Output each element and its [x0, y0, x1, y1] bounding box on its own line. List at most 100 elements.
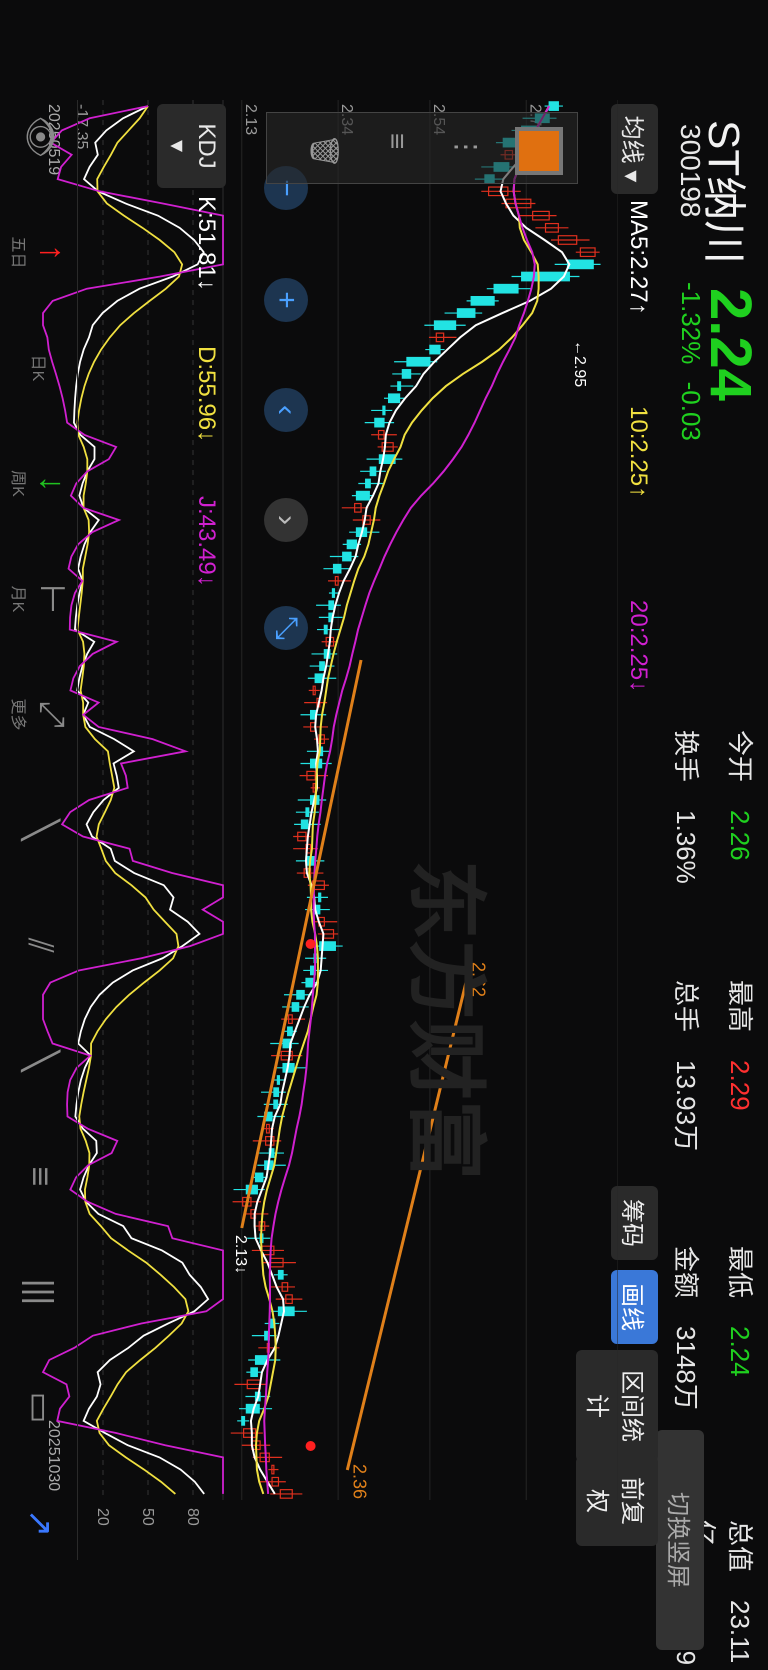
candle-body	[521, 271, 570, 282]
more-tool[interactable]: ⤢ 更多	[3, 678, 77, 752]
down-arrow-tool-label: 周K	[9, 470, 27, 497]
j-value: J:43.49↓	[193, 496, 220, 587]
more-tool-label: 更多	[9, 698, 27, 731]
scroll-right-button[interactable]: ›	[264, 498, 308, 542]
collapse-button[interactable]: ⤡	[264, 606, 308, 650]
stat-label: 最低	[725, 1246, 755, 1299]
trash-icon[interactable]: 🗑	[308, 133, 341, 169]
trend-line-upper	[240, 659, 363, 1229]
candle-body	[305, 807, 310, 818]
more-tool-glyph: ⤢	[33, 700, 72, 729]
k-line	[73, 105, 210, 1495]
parallel-tool[interactable]: ⫽	[3, 909, 77, 983]
d-value: D:55.96↓	[193, 346, 220, 443]
up-arrow-tool[interactable]: ↑ 五日	[3, 216, 77, 290]
price-tick: 2.13	[242, 104, 259, 135]
segment-tool-label: 月K	[9, 585, 26, 613]
kline-chart[interactable]: 2.952.752.542.342.1380502096.24-17.35202…	[0, 100, 618, 1540]
ray-tool-glyph: ╲	[21, 1050, 59, 1072]
d-line	[76, 105, 190, 1495]
expand-tool[interactable]: ↗	[3, 1486, 77, 1560]
stat-label: 金额	[671, 1246, 701, 1299]
candle-body	[331, 588, 336, 598]
scroll-left-button[interactable]: ‹	[264, 388, 308, 432]
candle-body	[493, 283, 519, 294]
candle-body	[369, 466, 377, 477]
stat-2: 最低 2.24	[723, 1246, 760, 1377]
stat-0: 今开 2.26	[723, 730, 760, 861]
label-low: 2.13↓	[232, 1235, 249, 1274]
rect-tool[interactable]: ▭	[3, 1371, 77, 1445]
switch-portrait-button[interactable]: 切换竖屏	[656, 1430, 704, 1650]
down-arrow-tool[interactable]: ↓ 周K	[3, 447, 77, 521]
ma10-value: 10:2.25↑	[625, 406, 652, 499]
candle-body	[254, 1172, 264, 1183]
zoom-in-button[interactable]: +	[264, 278, 308, 322]
candle-body	[273, 1099, 279, 1110]
ma5-value: MA5:2.27↑	[625, 200, 652, 315]
candle-body	[276, 1075, 280, 1085]
stat-label: 总值	[725, 1520, 755, 1573]
up-arrow-tool-glyph: ↑	[33, 244, 72, 261]
candle-body	[365, 478, 371, 489]
day-k-tool-label: 日K	[29, 354, 46, 382]
candle-body	[346, 539, 358, 550]
stat-1: 最高 2.29	[723, 980, 760, 1111]
candle-body	[332, 563, 342, 574]
ma-select[interactable]: 均线 ▾	[611, 104, 658, 194]
candle-body	[296, 989, 305, 1000]
width-icon[interactable]: ≡	[381, 133, 413, 149]
rect-tool-glyph: ▭	[21, 1391, 59, 1424]
drawing-toolbar: 👁 ↑ 五日日K ↓ 周K ⊢ 月K ⤢ 更多 ╲ ⫽ ╲ ≡ ||| ▭ ↗	[0, 100, 78, 1560]
color-swatch[interactable]	[515, 127, 563, 175]
candle-body	[277, 1269, 284, 1280]
chip-button[interactable]: 筹码	[611, 1186, 658, 1260]
stat-value: 2.24	[725, 1326, 755, 1377]
candle-body	[470, 296, 495, 306]
kdj-select[interactable]: KDJ ▾	[157, 104, 226, 188]
style-icon[interactable]: ⋮	[450, 133, 483, 161]
stat-value: 2.29	[725, 1060, 755, 1111]
kdj-tick: 50	[139, 1508, 156, 1526]
up-arrow-tool-label: 五日	[9, 236, 27, 269]
bars-tool[interactable]: |||	[3, 1255, 77, 1329]
candle-body	[456, 308, 476, 318]
candle-body	[318, 892, 322, 903]
candle-body	[342, 551, 352, 562]
fib-tool-glyph: ≡	[21, 1166, 60, 1187]
draw-line-button[interactable]: 画线	[611, 1270, 658, 1344]
stat-value: 3148万	[671, 1326, 701, 1410]
eye-icon-glyph: 👁	[21, 115, 59, 159]
stat-label: 最高	[725, 980, 755, 1033]
candle-body	[291, 1002, 300, 1012]
line-tool[interactable]: ╲	[3, 793, 77, 867]
kdj-tick: 20	[94, 1508, 111, 1526]
candle-body	[300, 819, 309, 830]
day-k-tool[interactable]: 日K	[3, 331, 77, 405]
candle-body	[323, 624, 328, 635]
candle-body	[548, 101, 559, 111]
fib-tool[interactable]: ≡	[3, 1140, 77, 1214]
candle-body	[328, 600, 335, 611]
stat-value: 1.36%	[671, 810, 701, 884]
stat-5: 总手 13.93万	[669, 980, 706, 1151]
stat-value: 2.26	[725, 810, 755, 861]
stat-label: 今开	[725, 730, 755, 783]
eye-icon[interactable]: 👁	[3, 100, 77, 174]
candle-body	[250, 1367, 258, 1378]
stat-label: 总手	[671, 980, 701, 1033]
watermark: 东方财富	[401, 860, 490, 1180]
candle-body	[355, 490, 370, 501]
candle-body	[277, 1306, 295, 1317]
kdj-select-label: KDJ	[193, 123, 220, 169]
candle-body	[387, 393, 401, 404]
segment-tool[interactable]: ⊢ 月K	[3, 562, 77, 636]
k-value: K:51.81↓	[193, 196, 220, 291]
candle-body	[406, 356, 431, 367]
candle-body	[287, 1026, 293, 1037]
ray-tool[interactable]: ╲	[3, 1024, 77, 1098]
segment-tool-glyph: ⊢	[33, 584, 71, 614]
draw-palette: ⋮ ≡ 🗑	[266, 112, 578, 184]
candle-body	[566, 259, 594, 270]
parallel-tool-glyph: ⫽	[21, 937, 60, 954]
